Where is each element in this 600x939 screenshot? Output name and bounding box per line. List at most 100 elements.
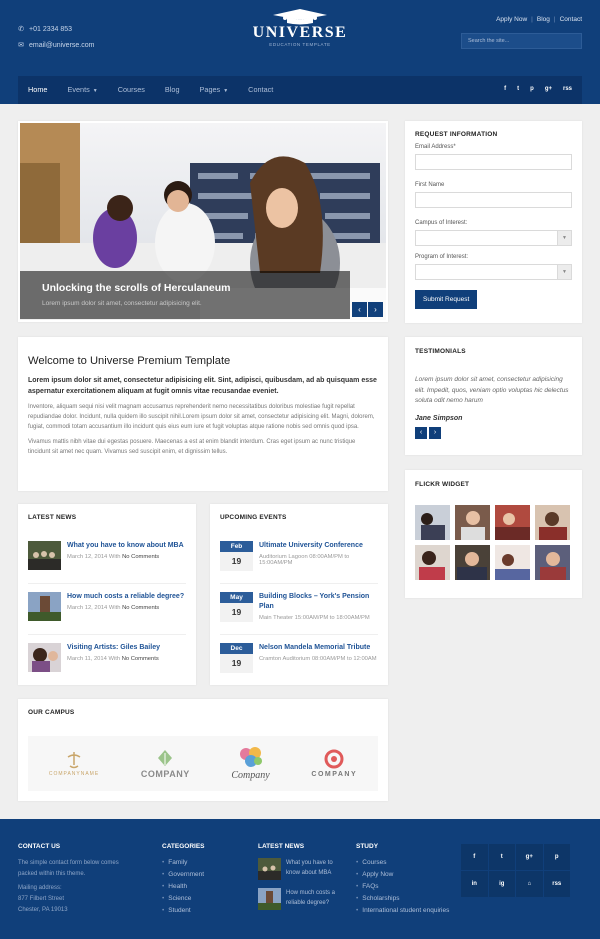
partner-logo-mark <box>67 751 81 768</box>
google-plus-icon[interactable]: g+ <box>545 86 552 92</box>
facebook-icon[interactable]: f <box>461 844 489 871</box>
footer-news-link[interactable]: What you have to know about MBA <box>286 858 348 880</box>
flickr-photo[interactable] <box>495 545 530 580</box>
nav-events[interactable]: Events ▼ <box>57 76 107 104</box>
category-link[interactable]: Health <box>162 881 205 893</box>
news-title[interactable]: What you have to know about MBA <box>67 541 184 551</box>
apply-now-link[interactable]: Apply Now <box>496 16 527 23</box>
flickr-title: FLICKR WIDGET <box>415 481 470 488</box>
submit-request-button[interactable]: Submit Request <box>415 290 478 309</box>
partner-logo-name: COMPANY <box>311 771 358 778</box>
slider-caption-subtitle: Lorem ipsum dolor sit amet, consectetur … <box>42 300 202 307</box>
nav-pages-label: Pages <box>199 85 221 94</box>
contact-link[interactable]: Contact <box>560 16 582 23</box>
study-link[interactable]: Apply Now <box>356 869 451 881</box>
footer-news-link[interactable]: How much costs a reliable degree? <box>286 888 348 910</box>
email-label: Email Address* <box>415 144 456 150</box>
footer-study-title: STUDY <box>356 843 379 850</box>
pinterest-icon[interactable]: p <box>530 86 534 92</box>
header-social: f t p g+ rss <box>504 86 572 92</box>
latest-news-panel: LATEST NEWS What you have to know about … <box>18 504 196 685</box>
event-day: 19 <box>220 654 253 673</box>
linkedin-icon[interactable]: in <box>461 871 489 898</box>
chevron-down-icon: ▼ <box>92 88 98 94</box>
news-comments[interactable]: No Comments <box>122 605 159 611</box>
search-input[interactable]: Search the site... <box>461 33 582 49</box>
study-link[interactable]: Courses <box>356 857 451 869</box>
news-thumbnail[interactable] <box>28 643 61 672</box>
partner-logo[interactable]: COMPANY <box>141 749 190 779</box>
footer-contact-text: The simple contact form below comes pack… <box>18 860 119 877</box>
pinterest-icon[interactable]: p <box>543 844 571 871</box>
slider-prev-button[interactable]: ‹ <box>352 302 367 317</box>
flickr-grid <box>415 505 572 580</box>
first-name-field[interactable] <box>415 192 572 208</box>
partner-logo[interactable]: Company <box>231 746 270 781</box>
google-plus-icon[interactable]: g+ <box>516 844 544 871</box>
blog-link[interactable]: Blog <box>537 16 550 23</box>
news-comments[interactable]: No Comments <box>122 554 159 560</box>
news-title[interactable]: Visiting Artists: Giles Bailey <box>67 643 160 653</box>
category-link[interactable]: Science <box>162 893 205 905</box>
hero-slider[interactable]: Unlocking the scrolls of Herculaneum Lor… <box>18 121 388 322</box>
email-field[interactable] <box>415 154 572 170</box>
event-date: May 19 <box>220 592 253 626</box>
study-link[interactable]: International student enquiries <box>356 905 451 917</box>
news-title[interactable]: How much costs a reliable degree? <box>67 592 184 602</box>
news-meta: March 11, 2014 With No Comments <box>67 656 160 662</box>
instagram-icon[interactable]: ig <box>488 871 516 898</box>
category-link[interactable]: Government <box>162 869 205 881</box>
nav-pages[interactable]: Pages ▼ <box>190 76 239 104</box>
chevron-down-icon: ▼ <box>223 88 229 94</box>
news-thumbnail[interactable] <box>28 592 61 621</box>
nav-contact[interactable]: Contact <box>238 76 283 104</box>
chevron-down-icon: ▼ <box>557 231 571 245</box>
flickr-photo[interactable] <box>455 505 490 540</box>
first-name-label: First Name <box>415 182 445 188</box>
event-title[interactable]: Building Blocks – York's Pension Plan <box>259 592 378 612</box>
slider-next-button[interactable]: › <box>368 302 383 317</box>
study-link[interactable]: Scholarships <box>356 893 451 905</box>
flickr-photo[interactable] <box>535 545 570 580</box>
main-nav: Home Events ▼ Courses Blog Pages ▼ Contact <box>18 76 582 104</box>
campus-select[interactable]: ▼ <box>415 230 572 246</box>
category-link[interactable]: Student <box>162 905 205 917</box>
site-header: ✆ +01 2334 853 ✉ email@universe.com UNIV… <box>0 0 600 104</box>
event-item: May 19 Building Blocks – York's Pension P… <box>220 584 378 635</box>
news-meta: March 12, 2014 With No Comments <box>67 554 184 560</box>
event-title[interactable]: Ultimate University Conference <box>259 541 378 551</box>
facebook-icon[interactable]: f <box>504 86 506 92</box>
study-link[interactable]: FAQs <box>356 881 451 893</box>
slider-caption-title[interactable]: Unlocking the scrolls of Herculaneum <box>42 282 230 294</box>
footer-news-thumbnail[interactable] <box>258 858 281 880</box>
footer-news-thumbnail[interactable] <box>258 888 281 910</box>
rss-icon[interactable]: rss <box>563 86 572 92</box>
program-select[interactable]: ▼ <box>415 264 572 280</box>
nav-blog[interactable]: Blog <box>155 76 190 104</box>
testimonial-next-button[interactable]: › <box>429 426 441 439</box>
footer-social-grid: f t g+ p in ig ⌂ rss <box>461 844 571 898</box>
flickr-photo[interactable] <box>495 505 530 540</box>
news-date: March 12, 2014 With <box>67 605 121 611</box>
nav-courses[interactable]: Courses <box>108 76 155 104</box>
twitter-icon[interactable]: t <box>517 86 519 92</box>
flickr-photo[interactable] <box>455 545 490 580</box>
event-item: Feb 19 Ultimate University Conference Aud… <box>220 533 378 584</box>
category-link[interactable]: Family <box>162 857 205 869</box>
news-comments[interactable]: No Comments <box>122 656 159 662</box>
rss-icon[interactable]: rss <box>543 871 571 898</box>
testimonial-prev-button[interactable]: ‹ <box>415 426 427 439</box>
news-thumbnail[interactable] <box>28 541 61 570</box>
testimonials-title: TESTIMONIALS <box>415 348 466 355</box>
flickr-photo[interactable] <box>415 545 450 580</box>
event-month: Feb <box>220 541 253 552</box>
event-title[interactable]: Nelson Mandela Memorial Tribute <box>259 643 377 653</box>
flickr-photo[interactable] <box>535 505 570 540</box>
twitter-icon[interactable]: t <box>488 844 516 871</box>
partner-logo[interactable]: COMPANYNAME <box>49 751 99 777</box>
home-icon[interactable]: ⌂ <box>516 871 544 898</box>
event-month: May <box>220 592 253 603</box>
partner-logo[interactable]: COMPANY <box>311 749 357 778</box>
flickr-photo[interactable] <box>415 505 450 540</box>
nav-home[interactable]: Home <box>18 76 57 104</box>
